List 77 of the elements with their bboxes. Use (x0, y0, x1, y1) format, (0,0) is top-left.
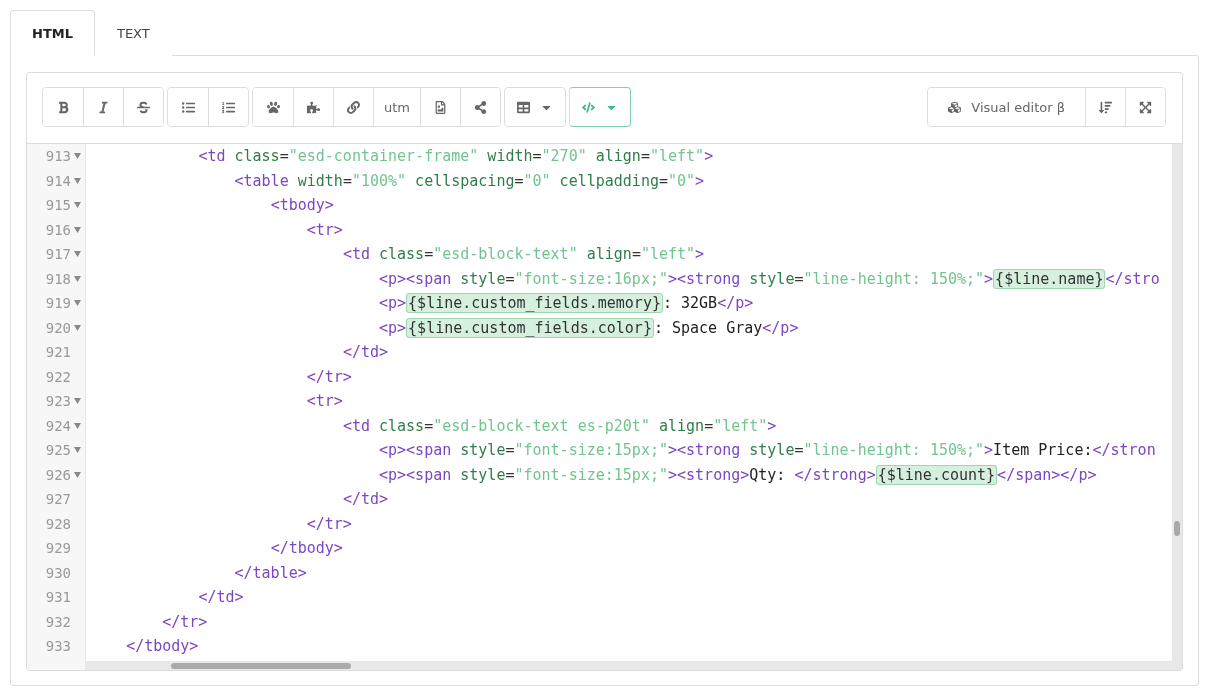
code-line: <td class="esd-block-text es-p20t" align="left"> (342, 416, 777, 435)
code-line: </td> (342, 343, 389, 362)
code-line: <td class="esd-block-text" align="left"> (342, 245, 705, 264)
code-line: </tbody> (126, 637, 199, 656)
code-line: <p><span style="font-size:16px;"><strong style="line-height: 150%;">{$line.name}</stro (379, 269, 1160, 288)
fold-arrow-icon[interactable] (74, 251, 81, 258)
horizontal-scrollbar[interactable] (85, 661, 1172, 670)
line-number: 923 (44, 393, 71, 410)
paw-icon (266, 100, 280, 114)
fold-arrow-icon[interactable] (74, 202, 81, 209)
bold-icon (56, 100, 70, 114)
line-number: 926 (44, 466, 71, 483)
code-line: </tr> (162, 612, 208, 631)
fold-arrow-icon[interactable] (74, 324, 81, 331)
file-image-icon (434, 100, 447, 114)
line-number: 919 (44, 295, 71, 312)
line-number: 916 (44, 221, 71, 238)
fold-arrow-icon[interactable] (74, 422, 81, 429)
fold-arrow-icon[interactable] (74, 153, 81, 160)
code-line: <p><span style="font-size:15px;"><strong style="line-height: 150%;">Item Price:</stron (379, 441, 1156, 460)
line-number: 927 (44, 491, 71, 508)
code-line: </table> (234, 563, 307, 582)
vertical-scrollbar[interactable] (1172, 144, 1182, 670)
line-number: 914 (44, 172, 71, 189)
code-line: <table width="100%" cellspacing="0" cellpadding="0"> (234, 171, 705, 190)
fold-arrow-icon[interactable] (74, 226, 81, 233)
code-line: <tr> (306, 220, 343, 239)
line-number: 913 (44, 148, 71, 165)
numbered-list-icon (222, 100, 235, 114)
numbered-list-button[interactable] (208, 88, 248, 126)
line-number: 918 (44, 270, 71, 287)
fullscreen-icon (1139, 100, 1152, 114)
table-dropdown-button[interactable] (504, 87, 566, 127)
line-number: 928 (44, 515, 71, 532)
tab[interactable]: HTML (10, 10, 95, 56)
bulleted-list-icon (181, 100, 195, 114)
line-number: 915 (44, 197, 71, 214)
strikethrough-icon (137, 100, 150, 114)
fold-arrow-icon[interactable] (74, 177, 81, 184)
code-icon (582, 100, 595, 114)
puzzle-icon (307, 100, 320, 114)
fold-arrow-icon[interactable] (74, 447, 81, 454)
line-number: 931 (44, 589, 71, 606)
line-number: 925 (44, 442, 71, 459)
code-line: </tr> (306, 514, 352, 533)
fullscreen-button[interactable] (1125, 88, 1165, 126)
italic-icon (97, 100, 110, 114)
code-line: </td> (342, 490, 389, 509)
line-number: 917 (44, 246, 71, 263)
fold-arrow-icon[interactable] (74, 300, 81, 307)
line-number: 929 (44, 540, 71, 557)
code-line: <td class="esd-container-frame" width="270" align="left"> (198, 147, 714, 166)
line-number: 930 (44, 564, 71, 581)
line-number: 933 (44, 638, 71, 655)
table-icon (517, 100, 530, 114)
link-icon (347, 100, 360, 114)
share-button[interactable] (460, 88, 500, 126)
cubes-icon (948, 100, 962, 114)
line-number: 932 (44, 613, 71, 630)
code-line: <p>{$line.custom_fields.color}: Space Gray</p> (379, 318, 799, 337)
sort-icon (1099, 100, 1112, 114)
code-line: <tr> (306, 392, 343, 411)
fold-arrow-icon[interactable] (74, 275, 81, 282)
line-number: 921 (44, 344, 71, 361)
code-line: </tr> (306, 367, 352, 386)
fold-arrow-icon[interactable] (74, 398, 81, 405)
fold-arrow-icon[interactable] (74, 471, 81, 478)
line-number: 924 (44, 417, 71, 434)
code-line: <tbody> (270, 196, 334, 215)
line-number: 920 (44, 319, 71, 336)
strikethrough-button[interactable] (123, 88, 163, 126)
code-line: </tbody> (270, 539, 343, 558)
code-line: <p><span style="font-size:15px;"><strong>Qty: </strong>{$line.count}</span></p> (379, 465, 1097, 484)
line-number: 922 (44, 368, 71, 385)
share-icon (474, 100, 487, 114)
code-line: </td> (198, 588, 244, 607)
code-line: <p>{$line.custom_fields.memory}: 32GB</p> (379, 294, 754, 313)
